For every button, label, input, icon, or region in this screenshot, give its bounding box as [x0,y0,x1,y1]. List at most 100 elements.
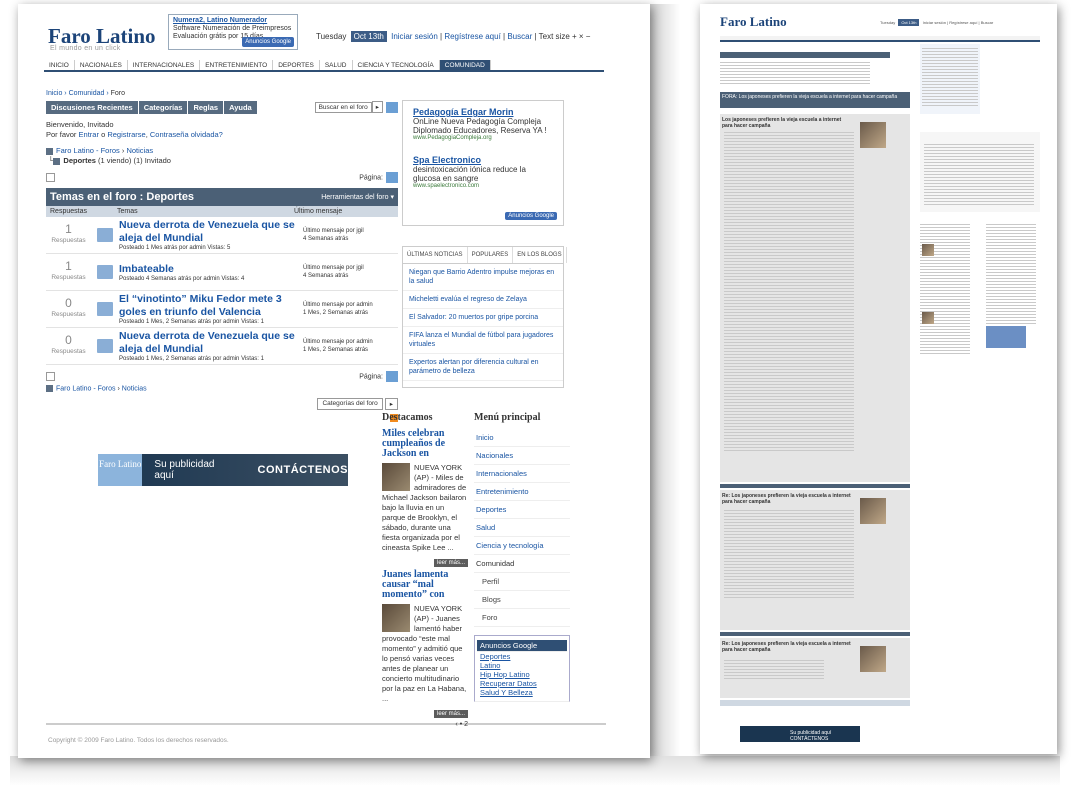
read-more-button[interactable]: leer más... [433,710,468,718]
menu-subitem[interactable]: Foro [474,609,570,627]
forum-search-button[interactable]: Buscar en el foro [314,101,372,113]
last-post-link[interactable]: Último mensaje por jgil [303,264,398,272]
featured-title-link[interactable]: Juanes lamenta causar “mal momento” con [382,570,468,600]
reply-title-thumb[interactable]: Re: Los japoneses prefieren la vieja esc… [722,493,852,505]
tab-discusiones[interactable]: Discusiones Recientes [46,100,138,114]
nav-nacionales[interactable]: NACIONALES [75,60,128,70]
news-item[interactable]: Expertos alertan por diferencia cultural… [403,354,563,381]
go-arrow-icon[interactable]: ▸ [384,398,398,411]
banner-contact[interactable]: CONTÁCTENOS [258,464,348,476]
collapse-icon[interactable] [46,371,55,381]
menu-item[interactable]: Internacionales [474,465,570,483]
featured-photo[interactable] [382,604,410,632]
text-size-controls[interactable]: + × − [572,32,590,41]
featured-pager[interactable]: ‹ • 2 [382,721,468,728]
menu-item[interactable]: Inicio [474,429,570,447]
nav-internacionales[interactable]: INTERNACIONALES [128,60,201,70]
path-foros-link[interactable]: Faro Latino - Foros [56,146,120,155]
crumb-inicio[interactable]: Inicio [46,90,62,97]
header-ad[interactable]: Numera2, Latino Numerador Software Numer… [168,14,298,50]
last-post-link[interactable]: Último mensaje por admin [303,338,398,346]
nav-ciencia[interactable]: CIENCIA Y TECNOLOGÍA [353,60,440,70]
featured-photo[interactable] [382,463,410,491]
menu-item[interactable]: Ciencia y tecnología [474,537,570,555]
col-last: Último mensaje [294,208,343,215]
nav-entretenimiento[interactable]: ENTRETENIMIENTO [200,60,274,70]
search-arrow-icon[interactable]: ▸ [371,101,383,113]
register-link-forum[interactable]: Registrarse [107,130,145,139]
read-more-button[interactable]: leer más... [433,559,468,567]
topic-title-link[interactable]: Imbateable [119,263,299,276]
search-link[interactable]: Buscar [507,32,532,41]
last-post-link[interactable]: Último mensaje por admin [303,301,398,309]
login-link-forum[interactable]: Entrar [79,130,99,139]
reply-title-thumb[interactable]: Re: Los japoneses prefieren la vieja esc… [722,641,852,653]
news-item[interactable]: FIFA lanza el Mundial de fútbol para jug… [403,327,563,354]
footer-foros-link[interactable]: Faro Latino - Foros [56,385,116,392]
ad-link[interactable]: Recuperar Datos [477,679,567,688]
ad-title-link[interactable]: Pedagogía Edgar Morin [413,107,553,117]
post-title-thumb[interactable]: Los japoneses prefieren la vieja escuela… [722,117,852,129]
tab-reglas[interactable]: Reglas [188,100,224,114]
path-noticias-link[interactable]: Noticias [126,146,153,155]
menu-community[interactable]: Comunidad [474,555,570,573]
avatar[interactable] [860,498,886,524]
page-1-button[interactable] [386,171,398,183]
google-ads-badge[interactable]: Anuncios Google [242,37,294,47]
ad-banner[interactable]: Faro Latino Su publicidad aquí CONTÁCTEN… [98,454,348,486]
tab-categorias[interactable]: Categorías [138,100,188,114]
category-select[interactable]: Categorías del foro [317,398,383,411]
google-ads-badge[interactable]: Anuncios Google [505,212,557,220]
menu-item[interactable]: Nacionales [474,447,570,465]
ad-link[interactable]: Salud Y Belleza [477,688,567,697]
last-post-link[interactable]: Último mensaje por jgil [303,227,398,235]
menu-subitem[interactable]: Perfil [474,573,570,591]
menu-item[interactable]: Entretenimiento [474,483,570,501]
tab-ultimas-noticias[interactable]: ÚLTIMAS NOTICIAS [403,247,468,263]
avatar[interactable] [860,122,886,148]
topic-title-link[interactable]: Nueva derrota de Venezuela que se aleja … [119,219,299,245]
topic-title-link[interactable]: Nueva derrota de Venezuela que se aleja … [119,330,299,356]
ad-link[interactable]: Deportes [477,652,567,661]
footer-path-thumb [720,700,910,706]
news-item[interactable]: Micheletti evalúa el regreso de Zelaya [403,291,563,309]
avatar[interactable] [860,646,886,672]
ad-links-heading[interactable]: Anuncios Google [477,640,567,652]
menu-subitem[interactable]: Blogs [474,591,570,609]
ad-title-link[interactable]: Spa Electronico [413,155,553,165]
featured-photo[interactable] [922,312,934,324]
tab-ayuda[interactable]: Ayuda [224,100,257,114]
nav-inicio[interactable]: INICIO [44,60,75,70]
news-item[interactable]: Niegan que Barrio Adentro impulse mejora… [403,264,563,291]
header-ad-title[interactable]: Numera2, Latino Numerador [173,17,267,24]
login-link[interactable]: Iniciar sesión [391,32,438,41]
register-link[interactable]: Regístrese aquí [444,32,500,41]
menu-item[interactable]: Deportes [474,501,570,519]
crumb-comunidad[interactable]: Comunidad [69,90,105,97]
footer-noticias-link[interactable]: Noticias [122,385,147,392]
ad-link[interactable]: Hip Hop Latino [477,670,567,679]
featured-photo[interactable] [922,244,934,256]
ad-links-box: Anuncios Google Deportes Latino Hip Hop … [474,635,570,702]
news-item[interactable]: El Salvador: 20 muertos por gripe porcin… [403,309,563,327]
menu-item[interactable]: Salud [474,519,570,537]
tab-en-los-blogs[interactable]: EN LOS BLOGS [513,247,567,263]
ad-description: OnLine Nueva Pedagogía Compleja Diplomad… [413,117,547,135]
forum-tools-menu[interactable]: Herramientas del foro ▾ [321,193,394,201]
featured-title-link[interactable]: Miles celebran cumpleaños de Jackson en [382,429,468,459]
ad-link[interactable]: Latino [477,661,567,670]
post-divider [720,632,910,636]
floor-shadow [10,756,1060,786]
site-logo[interactable]: Faro Latino [720,14,787,30]
tab-populares[interactable]: POPULARES [468,247,514,263]
nav-comunidad[interactable]: COMUNIDAD [439,60,491,70]
topic-title-link[interactable]: El “vinotinto” Miku Fedor mete 3 goles e… [119,293,299,319]
page-1-button[interactable] [386,370,398,382]
nav-deportes[interactable]: DEPORTES [273,60,320,70]
collapse-icon[interactable] [46,172,55,182]
forgot-password-link[interactable]: Contraseña olvidada? [150,130,223,139]
grid-icon[interactable] [386,101,398,113]
nav-salud[interactable]: SALUD [320,60,353,70]
ad-banner-thumb[interactable]: Su publicidad aquí CONTÁCTENOS [740,726,860,742]
ad-url[interactable]: www.spaelectronico.com [413,183,553,189]
